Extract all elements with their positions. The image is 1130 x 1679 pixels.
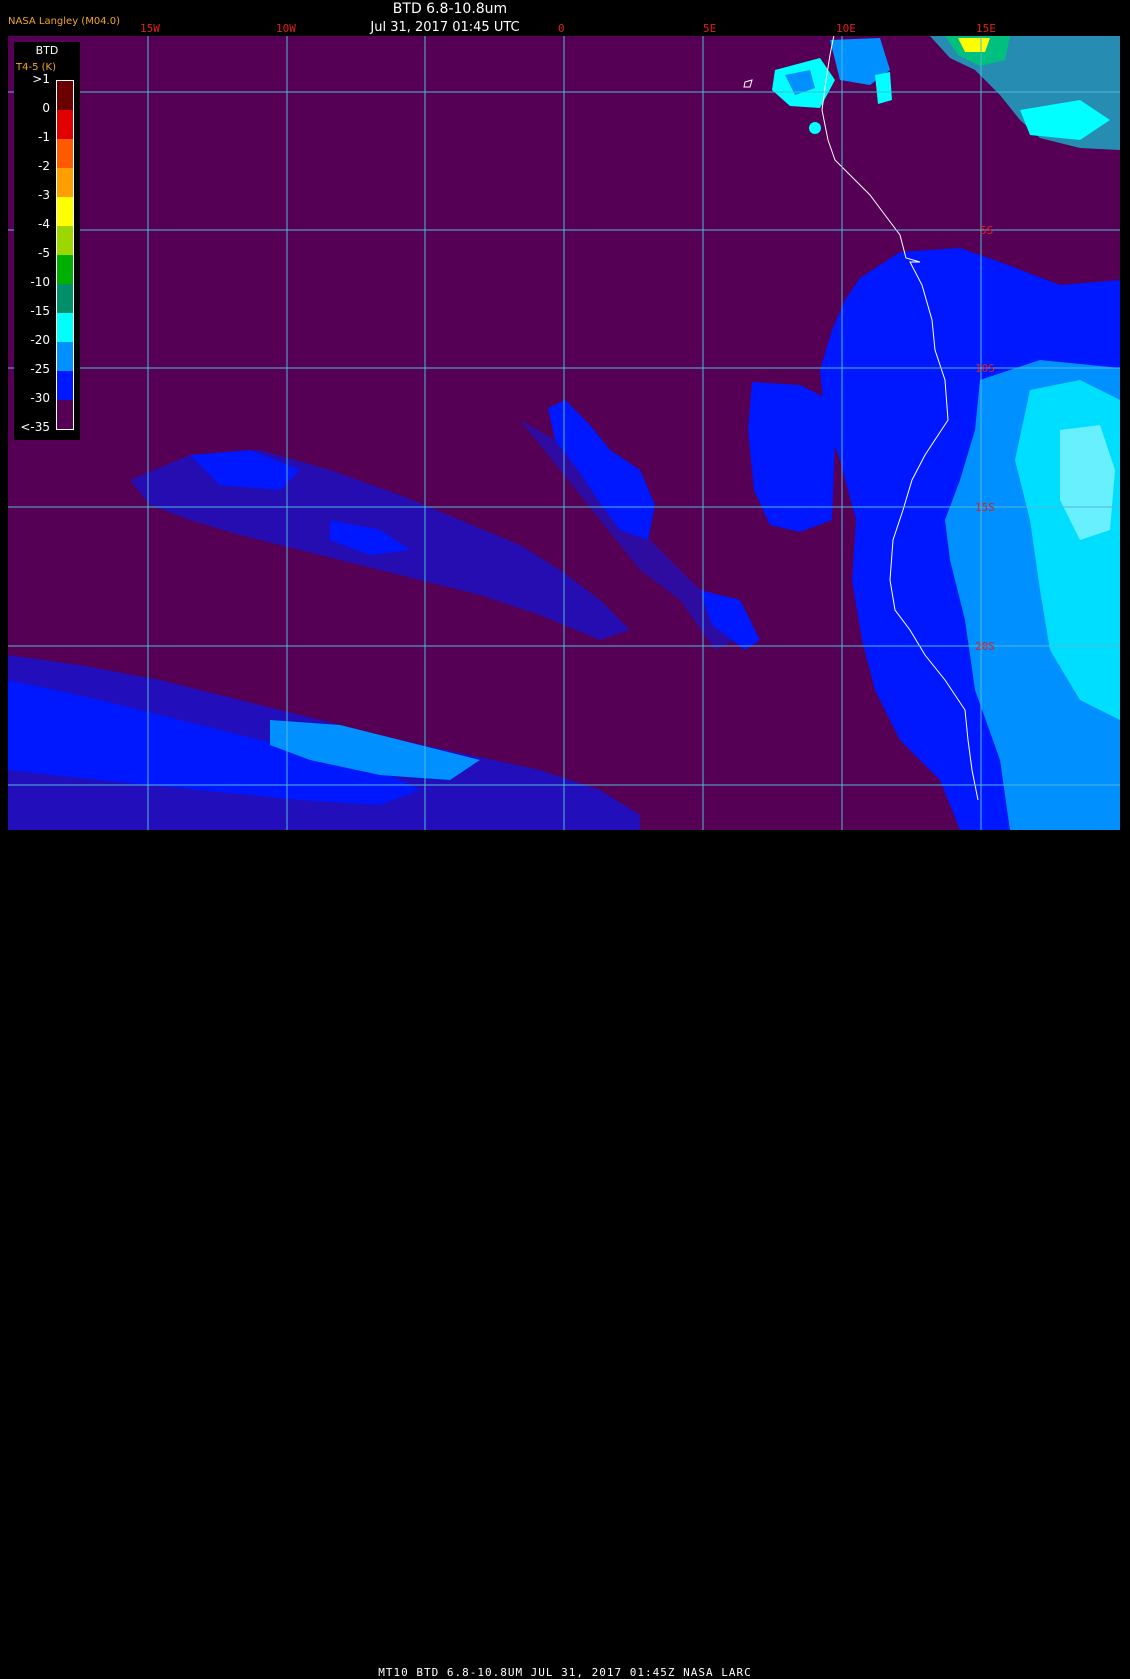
legend-swatch — [57, 168, 73, 197]
footer-bar: MT10 BTD 6.8-10.8UM JUL 31, 2017 01:45Z … — [0, 830, 1130, 1679]
legend-swatch — [57, 342, 73, 371]
lon-label-15w: 15W — [140, 22, 160, 35]
header-bar: BTD 6.8-10.8um Jul 31, 2017 01:45 UTC NA… — [0, 0, 1130, 36]
lon-label-15e: 15E — [976, 22, 996, 35]
lat-label-20s: 20S — [975, 640, 995, 653]
lon-label-0: 0 — [558, 22, 565, 35]
legend-label: -30 — [30, 391, 50, 405]
page-title: BTD 6.8-10.8um — [392, 1, 508, 17]
legend-swatch — [57, 284, 73, 313]
lon-label-10e: 10E — [836, 22, 856, 35]
legend-swatch — [57, 400, 73, 429]
legend-swatch — [57, 197, 73, 226]
source-label: NASA Langley (M04.0) — [8, 16, 120, 27]
datetime-label: Jul 31, 2017 01:45 UTC — [370, 20, 520, 35]
legend-label: -10 — [30, 275, 50, 289]
legend-label: -3 — [38, 188, 50, 202]
legend-label: -15 — [30, 304, 50, 318]
lat-label-5s: 5S — [980, 224, 993, 237]
legend-swatch — [57, 110, 73, 139]
lat-label-15s: 15S — [975, 501, 995, 514]
legend-label: >1 — [32, 72, 50, 86]
color-legend: BTD T4-5 (K) >1 0 -1 -2 -3 -4 -5 -10 -15 -20 -25 -3… — [14, 42, 80, 440]
legend-swatch — [57, 313, 73, 342]
legend-label: -20 — [30, 333, 50, 347]
legend-swatch — [57, 226, 73, 255]
legend-label: -25 — [30, 362, 50, 376]
footer-caption: MT10 BTD 6.8-10.8UM JUL 31, 2017 01:45Z … — [378, 1666, 752, 1679]
legend-label: -4 — [38, 217, 50, 231]
legend-label: -1 — [38, 130, 50, 144]
legend-label: -5 — [38, 246, 50, 260]
legend-swatch — [57, 139, 73, 168]
legend-label: <-35 — [20, 420, 50, 434]
legend-swatch — [57, 255, 73, 284]
satellite-map: 5S 10S 15S 20S — [8, 36, 1120, 830]
lon-label-5e: 5E — [703, 22, 717, 35]
legend-title: BTD — [35, 44, 59, 57]
legend-swatch — [57, 81, 73, 110]
legend-label: 0 — [42, 101, 50, 115]
lat-label-10s: 10S — [975, 362, 995, 375]
legend-swatch — [57, 371, 73, 400]
legend-label: -2 — [38, 159, 50, 173]
legend-colorbar — [56, 80, 74, 430]
lon-label-10w: 10W — [276, 22, 296, 35]
